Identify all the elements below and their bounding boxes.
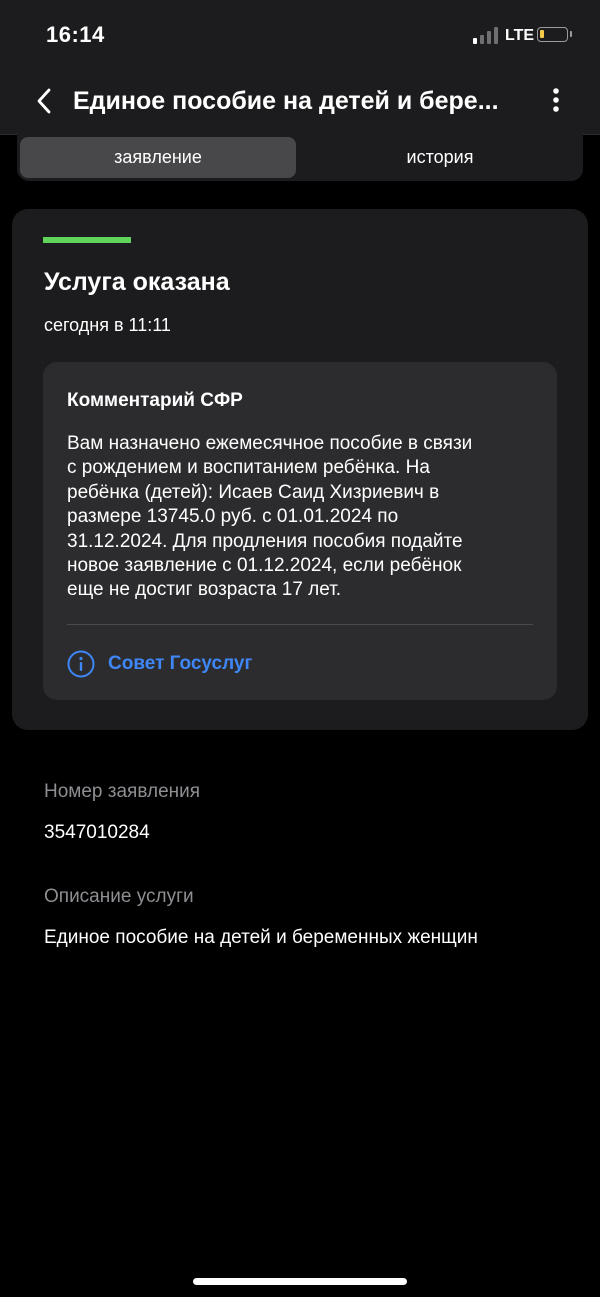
service-description-label: Описание услуги (44, 886, 194, 907)
comment-line: новое заявление с 01.12.2024, если ребён… (67, 555, 462, 577)
comment-line: еще не достиг возраста 17 лет. (67, 579, 342, 601)
more-vertical-icon[interactable] (546, 86, 566, 116)
status-card: Услуга оказана сегодня в 11:11 Комментар… (12, 209, 588, 730)
home-indicator[interactable] (193, 1278, 407, 1285)
tab-history[interactable]: история (300, 137, 580, 178)
status-bar: 16:14 LTE (0, 0, 600, 72)
status-timestamp: сегодня в 11:11 (44, 315, 171, 335)
status-time: 16:14 (46, 22, 105, 47)
status-indicator-stripe (43, 237, 131, 243)
navigation-bar: Единое пособие на детей и бере... (0, 78, 600, 126)
cellular-signal-icon (473, 27, 499, 44)
segmented-control: заявление история (17, 134, 583, 181)
comment-heading: Комментарий СФР (67, 390, 243, 411)
status-title: Услуга оказана (44, 268, 230, 296)
application-number-label: Номер заявления (44, 781, 201, 802)
comment-line: 31.12.2024. Для продления пособия подайт… (67, 530, 463, 552)
tab-application[interactable]: заявление (20, 137, 296, 178)
comment-line: размере 13745.0 руб. с 01.01.2024 по (67, 506, 399, 528)
info-icon (67, 650, 95, 678)
divider (67, 624, 533, 625)
service-description-value: Единое пособие на детей и беременных жен… (44, 927, 478, 948)
comment-line: ребёнка (детей): Исаев Саид Хизриевич в (67, 481, 440, 503)
comment-line: Вам назначено ежемесячное пособие в связ… (67, 433, 473, 454)
top-app-bar: 16:14 LTE Единое пособие на детей и бере… (0, 0, 600, 135)
chevron-left-icon[interactable] (30, 86, 60, 116)
gosuslugi-advice-link[interactable]: Совет Госуслуг (67, 649, 252, 679)
page-title: Единое пособие на детей и бере... (73, 87, 499, 115)
network-type-label: LTE (505, 27, 535, 44)
advice-link-label: Совет Госуслуг (108, 653, 253, 674)
application-number-value: 3547010284 (44, 822, 150, 843)
comment-box: Комментарий СФР Вам назначено ежемесячно… (43, 362, 557, 700)
comment-body: Вам назначено ежемесячное пособие в связ… (67, 432, 537, 603)
battery-icon (537, 27, 572, 42)
comment-line: с рождением и воспитанием ребёнка. На (67, 457, 430, 479)
